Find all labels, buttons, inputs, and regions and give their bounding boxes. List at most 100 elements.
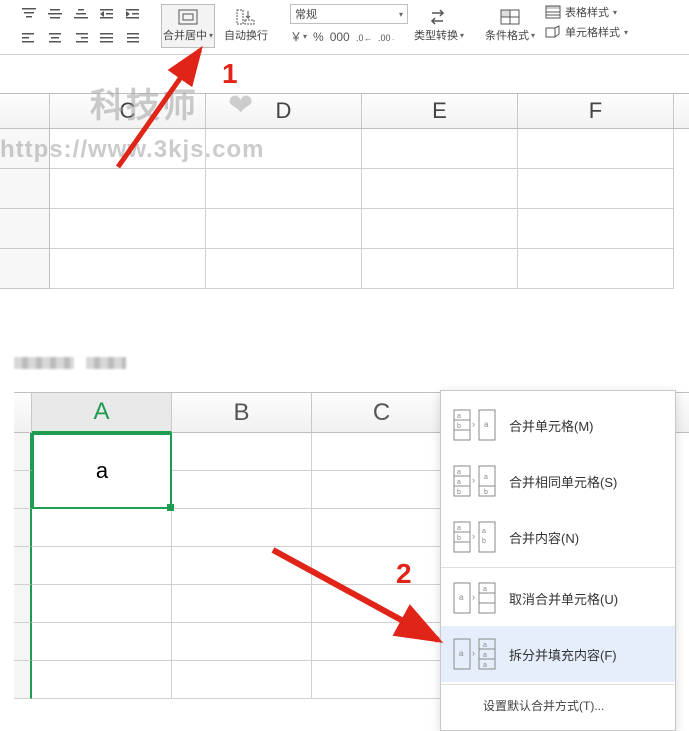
cell[interactable]	[50, 209, 206, 249]
cell[interactable]	[172, 661, 312, 699]
rtl-icon[interactable]	[122, 28, 144, 48]
svg-text:a: a	[457, 413, 461, 420]
column-header[interactable]: F	[518, 94, 674, 128]
cell[interactable]	[32, 661, 172, 699]
row-header[interactable]	[14, 509, 32, 547]
percent-button[interactable]: %	[313, 30, 324, 44]
align-middle-icon[interactable]	[44, 4, 66, 24]
cell[interactable]	[172, 471, 312, 509]
wrap-text-button[interactable]: 自动换行	[219, 4, 273, 48]
cell[interactable]	[362, 209, 518, 249]
cell-selected[interactable]: a	[32, 433, 172, 509]
cell[interactable]	[172, 623, 312, 661]
svg-text:a: a	[457, 479, 461, 486]
column-header-blank[interactable]	[0, 94, 50, 128]
cell[interactable]	[518, 169, 674, 209]
column-header[interactable]: B	[172, 393, 312, 432]
cell[interactable]	[312, 471, 452, 509]
align-left-icon[interactable]	[18, 28, 40, 48]
cell[interactable]	[172, 433, 312, 471]
align-center-icon[interactable]	[44, 28, 66, 48]
column-header[interactable]: D	[206, 94, 362, 128]
type-convert-button[interactable]: 类型转换▾	[412, 4, 466, 48]
align-top-icon[interactable]	[18, 4, 40, 24]
row-header[interactable]	[14, 661, 32, 699]
cell[interactable]	[362, 129, 518, 169]
svg-text:b: b	[457, 489, 461, 496]
menu-item-split-fill[interactable]: a›aaa 拆分并填充内容(F)	[441, 626, 675, 682]
indent-group	[96, 4, 144, 48]
cell-style-button[interactable]: 单元格样式▾	[545, 24, 628, 40]
table-style-button[interactable]: 表格样式▾	[545, 4, 628, 20]
menu-item-merge-same[interactable]: aab›ab 合并相同单元格(S)	[441, 453, 675, 509]
cell[interactable]	[172, 547, 312, 585]
cell[interactable]	[206, 129, 362, 169]
menu-item-unmerge[interactable]: a›a 取消合并单元格(U)	[441, 570, 675, 626]
cell[interactable]	[172, 509, 312, 547]
merge-dropdown-menu: ab›a 合并单元格(M) aab›ab 合并相同单元格(S) ab›ab 合并…	[440, 390, 676, 731]
table-style-label: 表格样式	[565, 4, 609, 20]
number-format-select[interactable]: 常规 ▾	[290, 4, 408, 24]
cell[interactable]	[362, 169, 518, 209]
cell[interactable]	[312, 433, 452, 471]
cell-style-icon	[545, 25, 561, 39]
column-header[interactable]: E	[362, 94, 518, 128]
cell[interactable]	[312, 585, 452, 623]
cond-format-button[interactable]: 条件格式▾	[483, 4, 537, 48]
cell[interactable]	[32, 585, 172, 623]
cell[interactable]	[206, 209, 362, 249]
cell[interactable]	[312, 547, 452, 585]
cell[interactable]	[206, 169, 362, 209]
currency-button[interactable]: ￥▾	[290, 28, 307, 45]
decrease-decimal-button[interactable]: .0←	[356, 31, 372, 43]
cell[interactable]	[312, 661, 452, 699]
cell[interactable]	[312, 623, 452, 661]
cell[interactable]	[518, 129, 674, 169]
cell[interactable]	[518, 209, 674, 249]
row-header[interactable]	[14, 433, 32, 471]
row-header[interactable]	[0, 209, 50, 249]
merge-center-button[interactable]: 合并居中▾	[161, 4, 215, 48]
menu-item-default-merge[interactable]: 设置默认合并方式(T)...	[441, 687, 675, 724]
cell[interactable]	[50, 129, 206, 169]
merge-content-icon: ab›ab	[453, 520, 497, 554]
menu-item-merge-content[interactable]: ab›ab 合并内容(N)	[441, 509, 675, 565]
cell[interactable]	[206, 249, 362, 289]
tab-blurred	[86, 357, 126, 369]
increase-decimal-button[interactable]: .00→	[378, 31, 394, 43]
decrease-indent-icon[interactable]	[96, 4, 118, 24]
style-group: 表格样式▾ 单元格样式▾	[545, 4, 628, 40]
cond-format-label: 条件格式	[485, 27, 529, 43]
cell[interactable]	[32, 547, 172, 585]
cell[interactable]	[362, 249, 518, 289]
menu-item-merge-cells[interactable]: ab›a 合并单元格(M)	[441, 397, 675, 453]
align-bottom-icon[interactable]	[70, 4, 92, 24]
cell[interactable]	[32, 509, 172, 547]
column-header[interactable]: C	[312, 393, 452, 432]
cell[interactable]	[50, 249, 206, 289]
type-convert-icon	[429, 9, 449, 25]
merge-same-icon: aab›ab	[453, 464, 497, 498]
column-header[interactable]: A	[32, 393, 172, 433]
row-header[interactable]	[14, 585, 32, 623]
column-header-blank[interactable]	[14, 393, 32, 432]
cell[interactable]	[312, 509, 452, 547]
svg-text:.0←: .0←	[356, 33, 372, 43]
row-header[interactable]	[14, 623, 32, 661]
row-header[interactable]	[14, 471, 32, 509]
row-header[interactable]	[0, 129, 50, 169]
cell[interactable]	[172, 585, 312, 623]
cell[interactable]	[518, 249, 674, 289]
svg-text:a: a	[483, 662, 487, 669]
row-header[interactable]	[0, 169, 50, 209]
orientation-icon[interactable]	[96, 28, 118, 48]
svg-text:a: a	[484, 420, 489, 429]
column-header[interactable]: C	[50, 94, 206, 128]
row-header[interactable]	[0, 249, 50, 289]
row-header[interactable]	[14, 547, 32, 585]
comma-style-button[interactable]: 000	[330, 30, 350, 44]
cell[interactable]	[50, 169, 206, 209]
cell[interactable]	[32, 623, 172, 661]
align-right-icon[interactable]	[70, 28, 92, 48]
increase-indent-icon[interactable]	[122, 4, 144, 24]
